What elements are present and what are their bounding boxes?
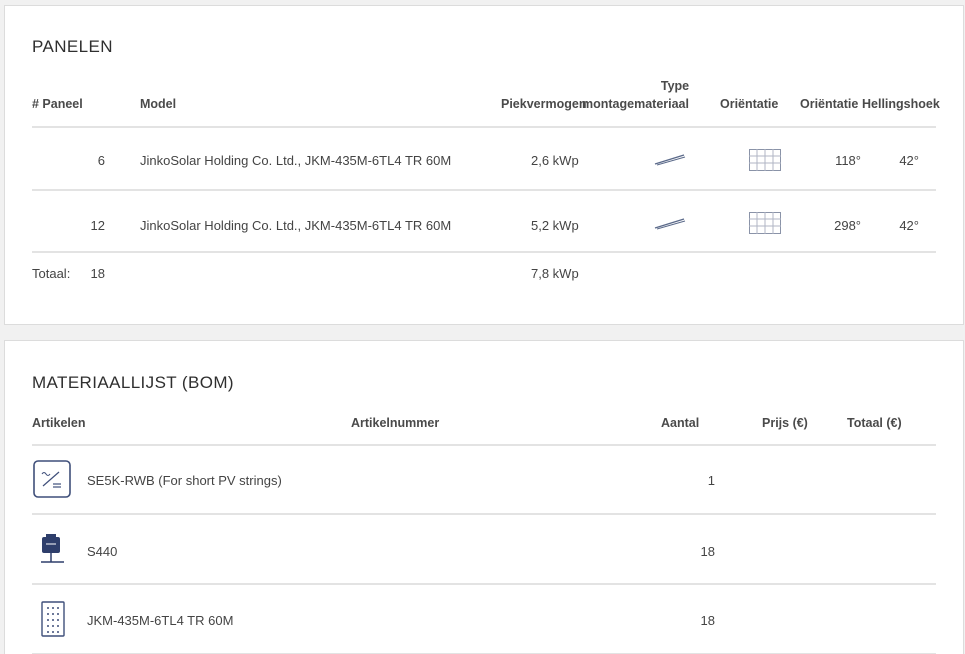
- bom-item-quantity: 18: [700, 544, 715, 559]
- header-model: Model: [140, 97, 177, 111]
- header-total: Totaal (€): [847, 416, 902, 430]
- divider: [32, 251, 936, 253]
- bom-item-name: SE5K-RWB (For short PV strings): [87, 473, 282, 488]
- divider: [32, 444, 936, 446]
- total-power: 7,8 kWp: [531, 266, 579, 281]
- bom-item-name: JKM-435M-6TL4 TR 60M: [87, 613, 234, 628]
- panel-tilt: 42°: [899, 153, 919, 168]
- panel-tilt: 42°: [899, 218, 919, 233]
- inverter-icon: [33, 460, 71, 503]
- panel-azimuth: 118°: [835, 153, 861, 168]
- header-tilt: Hellingshoek: [862, 97, 940, 111]
- bom-item-quantity: 1: [707, 473, 715, 488]
- bom-item-name: S440: [87, 544, 118, 559]
- header-orientation: Oriëntatie: [720, 97, 779, 111]
- header-price: Prijs (€): [762, 416, 808, 430]
- header-peak-power: Piekvermogen: [501, 97, 587, 111]
- divider: [32, 583, 936, 585]
- panels-title: PANELEN: [32, 37, 113, 56]
- solar-panel-icon: [41, 601, 65, 642]
- panel-count: 6: [97, 153, 105, 168]
- bom-card: MATERIAALLIJST (BOM) Artikelen Artikelnu…: [4, 340, 964, 654]
- header-mount-type-top: Type: [660, 79, 690, 93]
- roof-mount-icon: [653, 152, 687, 171]
- divider: [32, 513, 936, 515]
- header-mount-type-bottom: montagemateriaal: [582, 97, 689, 111]
- header-quantity: Aantal: [661, 416, 700, 430]
- panels-card: PANELEN # Paneel Model Piekvermogen Type…: [4, 5, 964, 325]
- panel-grid-icon: [749, 149, 781, 176]
- optimizer-icon: [38, 534, 66, 569]
- panel-grid-icon: [749, 212, 781, 239]
- panel-power: 2,6 kWp: [531, 153, 579, 168]
- panel-count: 12: [90, 218, 105, 233]
- roof-mount-icon: [653, 216, 687, 235]
- bom-title: MATERIAALLIJST (BOM): [32, 373, 234, 392]
- divider: [32, 189, 936, 191]
- panel-model: JinkoSolar Holding Co. Ltd., JKM-435M-6T…: [140, 153, 452, 168]
- bom-item-quantity: 18: [700, 613, 715, 628]
- header-panel-count: # Paneel: [32, 97, 83, 111]
- header-article-number: Artikelnummer: [351, 416, 440, 430]
- header-orientation-azimuth: Oriëntatie: [800, 97, 859, 111]
- panel-azimuth: 298°: [834, 218, 861, 233]
- panel-power: 5,2 kWp: [531, 218, 579, 233]
- total-count: 18: [90, 266, 105, 281]
- header-articles: Artikelen: [32, 416, 86, 430]
- divider: [32, 126, 936, 128]
- panel-model: JinkoSolar Holding Co. Ltd., JKM-435M-6T…: [140, 218, 452, 233]
